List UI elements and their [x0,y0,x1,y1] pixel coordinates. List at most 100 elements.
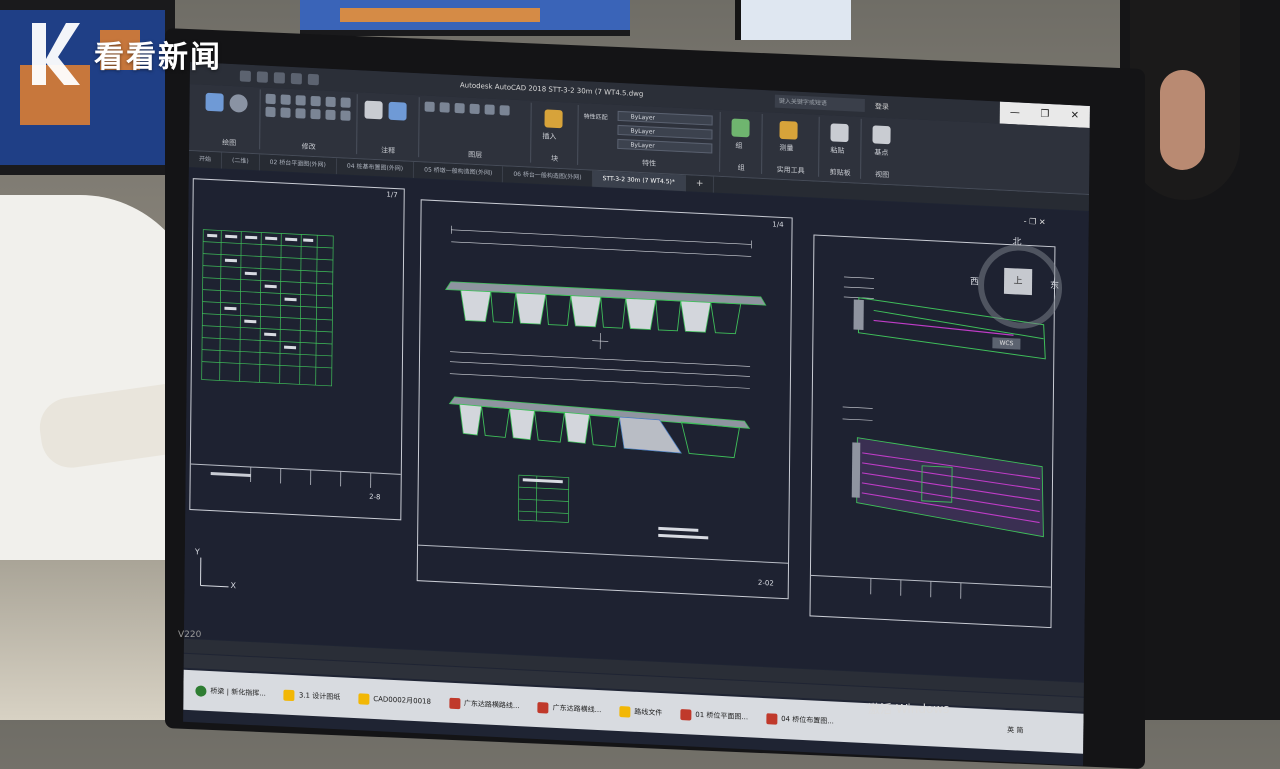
taskbar-item[interactable]: 01 桥位平面图... [674,703,754,729]
viewcube-top-face[interactable]: 上 [1004,268,1032,295]
layer-lock-icon[interactable] [485,104,495,114]
viewport-controls[interactable]: - ❐ ✕ [1024,217,1046,227]
group-icon[interactable] [731,118,749,137]
drawing-sheet-middle[interactable]: 1/4 [417,199,793,599]
tab-2d[interactable]: (二维) [222,153,260,171]
insert-button[interactable]: 插入 [542,131,556,142]
person-right-ear [1160,70,1205,170]
base-button[interactable]: 基点 [874,147,888,158]
autocad-icon [449,697,460,709]
wcs-menu[interactable]: WCS [992,337,1020,349]
monitor-model-label: V220 [178,630,201,640]
undo-icon[interactable] [291,72,302,84]
mirror-icon[interactable] [326,97,336,107]
ribbon-group-view: 基点 视图 [862,119,903,181]
watermark: 看看新闻 [28,18,222,90]
close-button[interactable]: ✕ [1060,105,1090,128]
layer-freeze-icon[interactable] [470,104,480,114]
copy-icon[interactable] [311,96,321,106]
match-properties-button[interactable]: 特性匹配 [584,111,610,121]
ucs-x-label: X [230,581,236,590]
compass-east[interactable]: 东 [1050,278,1059,291]
save-icon[interactable] [274,72,285,84]
ribbon-group-draw: 绘图 [199,86,261,149]
new-file-icon[interactable] [240,70,251,82]
windows-activation-notice: 激活 Windows [868,700,949,717]
color-combo[interactable]: ByLayer [618,111,713,126]
watermark-text: 看看新闻 [94,32,222,76]
base-view-icon[interactable] [872,125,890,144]
redo-icon[interactable] [308,73,319,85]
text-tool-icon[interactable] [364,101,382,120]
schedule-table-graphic [190,179,403,519]
insert-block-icon[interactable] [544,109,562,128]
autocad-icon [680,709,691,721]
taskbar-item[interactable]: 3.1 设计图纸 [278,683,347,708]
fillet-icon[interactable] [341,97,351,107]
paste-button[interactable]: 粘贴 [830,145,844,156]
stretch-icon[interactable] [265,107,275,117]
ucs-y-label: Y [195,547,200,556]
measure-icon[interactable] [779,121,797,140]
trim-icon[interactable] [296,95,306,105]
line-tool-icon[interactable] [205,93,223,112]
autocad-icon [766,713,777,725]
linetype-combo[interactable]: ByLayer [617,125,712,140]
taskbar-item[interactable]: 桥梁 | 新化指挥... [189,679,272,705]
ribbon-group-layers: 图层 [420,97,532,162]
autocad-screen: Autodesk AutoCAD 2018 STT-3-2 30m (7 WT4… [183,62,1090,766]
ribbon-group-clipboard: 粘贴 剪贴板 [820,117,862,179]
compass-north[interactable]: 北 [1012,234,1021,247]
drawing-canvas[interactable]: 1/7 [184,168,1089,682]
background-screen-right [735,0,851,40]
paste-icon[interactable] [830,123,848,142]
kankan-logo-icon [28,19,84,89]
minimize-button[interactable]: — [1000,102,1030,125]
new-tab-button[interactable]: + [686,175,715,192]
sheet-number-left: 2-8 [369,493,381,502]
layer-isolate-icon[interactable] [455,103,465,113]
layer-properties-icon[interactable] [425,101,435,111]
folder-icon [358,693,369,705]
open-file-icon[interactable] [257,71,268,83]
quick-access-toolbar [240,70,319,85]
circle-tool-icon[interactable] [229,94,247,113]
search-input[interactable]: 键入关键字或短语 [775,95,865,112]
erase-icon[interactable] [310,109,320,119]
group-button[interactable]: 组 [735,141,742,151]
rotate-icon[interactable] [281,94,291,104]
ribbon-group-modify: 修改 [261,90,358,155]
folder-icon [284,689,295,701]
autocad-icon [538,702,549,714]
system-tray[interactable]: 英 简 [1007,725,1083,739]
folder-icon [619,706,630,718]
measure-button[interactable]: 测量 [779,143,793,154]
tab-start[interactable]: 开始 [189,151,222,169]
layer-match-icon[interactable] [500,105,510,115]
lineweight-combo[interactable]: ByLayer [617,139,712,154]
move-icon[interactable] [266,94,276,104]
offset-icon[interactable] [340,110,350,120]
taskbar-item[interactable]: CAD0002月0018 [352,687,437,713]
drawing-sheet-left[interactable]: 1/7 [189,178,404,520]
maximize-button[interactable]: ❐ [1030,103,1060,126]
ribbon-group-utilities: 测量 实用工具 [763,114,820,177]
array-icon[interactable] [295,108,305,118]
ucs-icon: Y X [194,553,234,597]
compass-west[interactable]: 西 [970,274,979,287]
layer-off-icon[interactable] [440,102,450,112]
taskbar-item[interactable]: 广东达路横线... [532,696,608,722]
sheet-number-middle: 2-02 [758,579,774,588]
bridge-cross-section-graphic [418,200,792,598]
dimension-tool-icon[interactable] [388,102,406,121]
window-title: Autodesk AutoCAD 2018 STT-3-2 30m (7 WT4… [460,81,644,98]
scale-icon[interactable] [280,107,290,117]
taskbar-item[interactable]: 路线文件 [613,700,668,725]
ribbon-group-block: 插入 块 [532,103,579,165]
taskbar-item[interactable]: 广东达路横路线... [443,691,526,717]
ribbon-group-annotation: 注释 [358,94,420,157]
ribbon-group-properties: 特性匹配 ByLayer ByLayer ByLayer 特性 [579,105,721,172]
sign-in-button[interactable]: 登录 [875,101,889,112]
edge-icon [195,685,206,697]
explode-icon[interactable] [325,110,335,120]
